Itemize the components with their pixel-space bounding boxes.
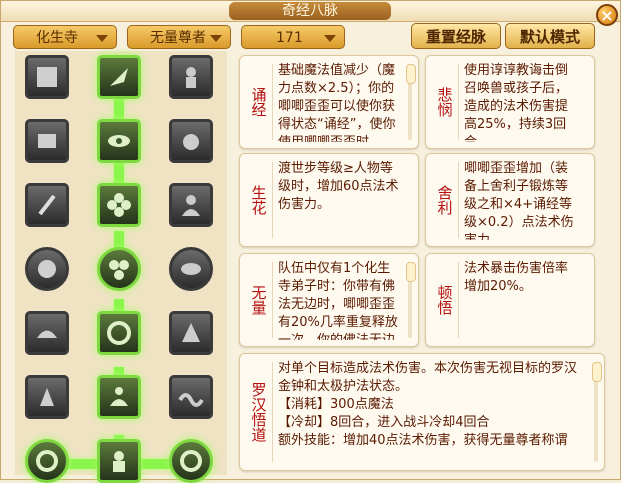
card-divider bbox=[272, 64, 273, 140]
scroll-icon bbox=[110, 68, 128, 86]
points-dropdown[interactable]: 171 bbox=[241, 25, 345, 49]
card-divider bbox=[458, 64, 459, 140]
meridian-slot-r7-center[interactable] bbox=[97, 439, 141, 483]
meridian-slot-r5-center[interactable] bbox=[97, 311, 141, 355]
meridian-slot-r3-left[interactable] bbox=[25, 183, 69, 227]
meridian-slot-r4-right[interactable] bbox=[169, 247, 213, 291]
meridian-slot-r4-left[interactable] bbox=[25, 247, 69, 291]
meridian-slot-r2-right[interactable] bbox=[169, 119, 213, 163]
skill-name: 罗汉悟道 bbox=[249, 382, 268, 442]
scrollbar[interactable] bbox=[406, 64, 416, 140]
eye-icon bbox=[108, 135, 130, 147]
bowl-icon bbox=[181, 263, 201, 275]
meridian-slot-r5-right[interactable] bbox=[169, 311, 213, 355]
window-title: 奇经八脉 bbox=[229, 2, 391, 20]
urn-icon bbox=[38, 260, 56, 278]
skill-desc: 对单个目标造成法术伤害。本次伤害无视目标的罗汉金钟和太极护法状态。 【消耗】30… bbox=[278, 361, 578, 448]
meridian-slot-r1-left[interactable] bbox=[25, 55, 69, 99]
points-dropdown-value: 171 bbox=[276, 30, 303, 46]
card-divider bbox=[458, 262, 459, 338]
card-divider bbox=[272, 262, 273, 338]
chevron-down-icon bbox=[210, 35, 222, 42]
halo-icon bbox=[107, 321, 131, 345]
talent-desc: 使用谆谆教诲击倒召唤兽或孩子后，造成的法术伤害提高25%，持续3回合。 bbox=[464, 63, 569, 142]
default-mode-button[interactable]: 默认模式 bbox=[505, 23, 595, 49]
hands-icon bbox=[40, 388, 54, 406]
scrollbar[interactable] bbox=[592, 362, 602, 462]
beads-icon bbox=[109, 260, 129, 280]
talent-desc: 法术暴击伤害倍率增加20%。 bbox=[464, 261, 569, 294]
meridian-slot-r6-right[interactable] bbox=[169, 375, 213, 419]
meridian-slot-r3-center[interactable] bbox=[97, 183, 141, 227]
talent-card-dunwu[interactable]: 顿悟 法术暴击伤害倍率增加20%。 bbox=[425, 253, 595, 347]
skill-dropdown[interactable]: 无量尊者 bbox=[127, 25, 231, 49]
talent-card-beimin[interactable]: 悲悯 使用谆谆教诲击倒召唤兽或孩子后，造成的法术伤害提高25%，持续3回合。 bbox=[425, 55, 595, 149]
blade-icon bbox=[38, 194, 56, 216]
talent-name: 无量 bbox=[249, 285, 268, 315]
smoke-icon bbox=[183, 134, 199, 150]
lotus-icon bbox=[37, 330, 57, 338]
talent-name: 诵经 bbox=[249, 87, 268, 117]
card-divider bbox=[272, 162, 273, 238]
scroll-thumb[interactable] bbox=[592, 362, 602, 382]
talent-card-wuliang[interactable]: 无量 队伍中仅有1个化生寺弟子时：你带有佛法无边时，唧唧歪歪有20%几率重复释放… bbox=[239, 253, 419, 347]
meridian-slot-r7-left[interactable] bbox=[25, 439, 69, 483]
talent-name: 悲悯 bbox=[435, 87, 454, 117]
talent-card-songjing[interactable]: 诵经 基础魔法值减少（魔力点数×2.5）；你的唧唧歪歪可以使你获得状态“诵经”，… bbox=[239, 55, 419, 149]
talent-name: 顿悟 bbox=[435, 285, 454, 315]
buddha-icon bbox=[113, 451, 125, 472]
reset-meridian-button[interactable]: 重置经脉 bbox=[411, 23, 501, 49]
scroll-thumb[interactable] bbox=[406, 64, 416, 84]
school-dropdown[interactable]: 化生寺 bbox=[13, 25, 117, 49]
card-divider bbox=[272, 362, 273, 462]
card-divider bbox=[458, 162, 459, 238]
talent-name: 生花 bbox=[249, 185, 268, 215]
talent-card-sheli[interactable]: 舍利 唧唧歪歪增加（装备上舍利子锻炼等级之和×4+诵经等级×0.2）点法术伤害力… bbox=[425, 153, 595, 247]
meridian-slot-r7-right[interactable] bbox=[169, 439, 213, 483]
meridian-slot-r3-right[interactable] bbox=[169, 183, 213, 227]
wave-icon bbox=[178, 393, 204, 407]
flower-icon bbox=[107, 193, 131, 217]
meridian-slot-r2-center[interactable] bbox=[97, 119, 141, 163]
skill-card-luohan[interactable]: 罗汉悟道 对单个目标造成法术伤害。本次伤害无视目标的罗汉金钟和太极护法状态。 【… bbox=[239, 353, 605, 471]
meridian-slot-r1-center[interactable] bbox=[97, 55, 141, 99]
meridian-slot-r2-left[interactable] bbox=[25, 119, 69, 163]
talent-desc: 队伍中仅有1个化生寺弟子时：你带有佛法无边时，唧唧歪歪有20%几率重复释放一次，… bbox=[278, 261, 398, 340]
swirl-icon bbox=[36, 450, 58, 472]
skill-dropdown-value: 无量尊者 bbox=[150, 30, 206, 46]
meridian-window: 奇经八脉 × 化生寺 无量尊者 171 重置经脉 默认模式 诵经 基础魔法值减少… bbox=[0, 0, 621, 483]
figure-icon bbox=[186, 67, 196, 88]
school-dropdown-value: 化生寺 bbox=[36, 30, 78, 46]
meridian-slot-r6-center[interactable] bbox=[97, 375, 141, 419]
meridian-tree bbox=[15, 51, 227, 483]
meditate-icon bbox=[110, 387, 128, 406]
scrollbar[interactable] bbox=[406, 262, 416, 338]
meridian-slot-r6-left[interactable] bbox=[25, 375, 69, 419]
chevron-down-icon bbox=[324, 35, 336, 42]
title-bar: 奇经八脉 bbox=[1, 1, 620, 22]
scroll-thumb[interactable] bbox=[406, 262, 416, 282]
book-icon bbox=[38, 134, 56, 148]
monk-icon bbox=[182, 195, 200, 216]
close-icon: × bbox=[600, 6, 614, 25]
meridian-slot-r1-right[interactable] bbox=[169, 55, 213, 99]
pagoda-icon bbox=[182, 323, 200, 342]
talent-desc: 基础魔法值减少（魔力点数×2.5）；你的唧唧歪歪可以使你获得状态“诵经”，使你使… bbox=[278, 63, 396, 142]
seal-icon bbox=[37, 67, 57, 87]
meridian-slot-r4-center[interactable] bbox=[97, 247, 141, 291]
talent-desc: 唧唧歪歪增加（装备上舍利子锻炼等级之和×4+诵经等级×0.2）点法术伤害力。 bbox=[464, 161, 574, 240]
talent-name: 舍利 bbox=[435, 185, 454, 215]
talent-desc: 渡世步等级≥人物等级时，增加60点法术伤害力。 bbox=[278, 161, 399, 212]
chevron-down-icon bbox=[96, 35, 108, 42]
swirl-icon bbox=[180, 450, 202, 472]
talent-card-shenghua[interactable]: 生花 渡世步等级≥人物等级时，增加60点法术伤害力。 bbox=[239, 153, 419, 247]
meridian-slot-r5-left[interactable] bbox=[25, 311, 69, 355]
close-button[interactable]: × bbox=[596, 4, 618, 26]
